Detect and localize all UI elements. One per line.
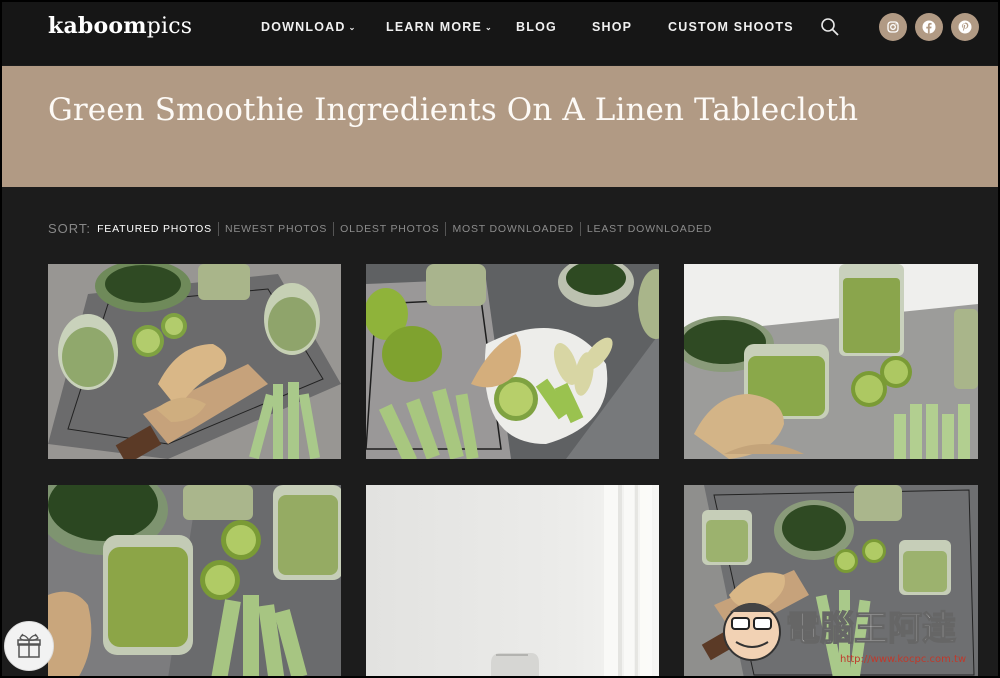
site-watermark: 電腦王阿達 http://www.kocpc.com.tw [720,590,995,675]
sort-label: SORT: [48,221,92,236]
nav-custom-shoots[interactable]: CUSTOM SHOOTS [668,20,794,34]
nav-blog[interactable]: BLOG [516,20,592,34]
pinterest-icon[interactable] [951,13,979,41]
chevron-down-icon: ⌄ [348,23,357,32]
search-icon[interactable] [820,17,840,37]
sort-newest[interactable]: NEWEST PHOTOS [217,221,333,236]
sort-bar: SORT: FEATURED PHOTOS NEWEST PHOTOS OLDE… [48,221,718,236]
photo-smoothies-closeup [48,485,341,678]
page-title: Green Smoothie Ingredients On A Linen Ta… [48,92,859,128]
sort-most-downloaded[interactable]: MOST DOWNLOADED [445,221,579,236]
svg-text:電腦王阿達: 電腦王阿達 [786,609,956,649]
sort-least-downloaded[interactable]: LEAST DOWNLOADED [579,221,718,236]
sort-oldest[interactable]: OLDEST PHOTOS [333,221,445,236]
facebook-icon[interactable] [915,13,943,41]
photo-pears-plate [366,264,659,459]
photo-tile[interactable] [48,264,341,459]
main-menu: DOWNLOAD ⌄ LEARN MORE ⌄ BLOG SHOP CUSTOM S… [261,20,794,34]
nav-shop[interactable]: SHOP [592,20,668,34]
svg-text:http://www.kocpc.com.tw: http://www.kocpc.com.tw [840,654,966,665]
nav-learn-more[interactable]: LEARN MORE ⌄ [386,20,516,34]
gift-box-button[interactable] [4,621,54,671]
photo-tile[interactable] [366,264,659,459]
photo-smoothie-glass-lime [684,264,978,459]
kaboompics-logo[interactable]: kaboompics [48,13,192,39]
photo-smoothie-cutting-board [48,264,341,459]
nav-download[interactable]: DOWNLOAD ⌄ [261,20,386,34]
top-navbar: kaboompics DOWNLOAD ⌄ LEARN MORE ⌄ BLOG SH… [0,0,1000,65]
photo-tile[interactable] [48,485,341,678]
sort-featured[interactable]: FEATURED PHOTOS [97,222,218,236]
chevron-down-icon: ⌄ [485,23,493,32]
photo-white-wall-pitcher [366,485,659,678]
gift-box-icon [17,633,41,658]
instagram-icon[interactable] [879,13,907,41]
title-banner: Green Smoothie Ingredients On A Linen Ta… [2,66,998,187]
photo-tile[interactable] [684,264,978,459]
photo-tile[interactable] [366,485,659,678]
